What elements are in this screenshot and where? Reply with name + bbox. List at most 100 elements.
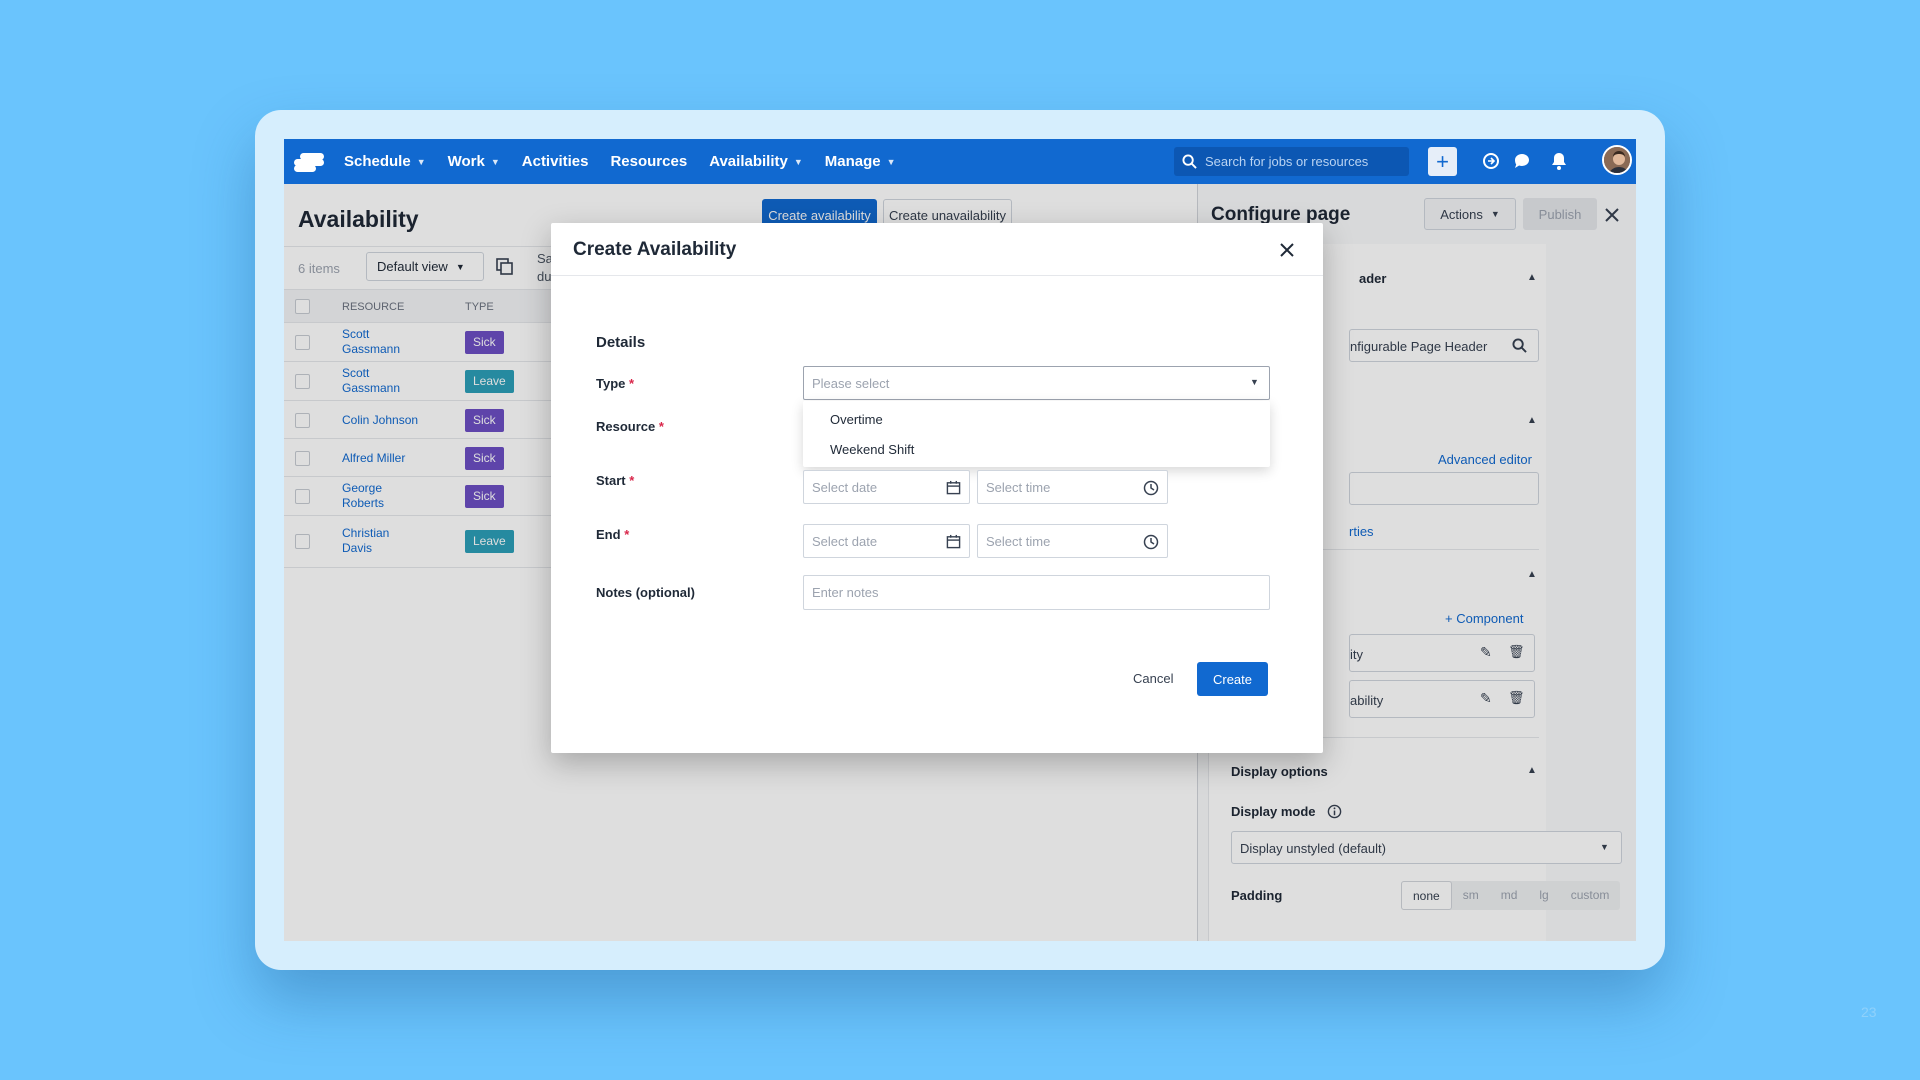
- row-checkbox[interactable]: [295, 374, 310, 389]
- calendar-icon: [946, 480, 961, 495]
- edit-icon[interactable]: ✎: [1480, 644, 1492, 661]
- chevron-down-icon: ▼: [1600, 842, 1609, 852]
- chevron-down-icon: ▼: [416, 156, 426, 167]
- component-item[interactable]: ability ✎ 🗑: [1349, 680, 1535, 718]
- trash-icon[interactable]: 🗑: [1508, 644, 1525, 660]
- app-logo-icon[interactable]: [294, 151, 324, 173]
- header-section-title: ader: [1359, 271, 1387, 286]
- page-title: Availability: [298, 206, 419, 232]
- start-date-input[interactable]: Select date: [803, 470, 970, 504]
- nav-manage[interactable]: Manage ▼: [825, 153, 896, 170]
- device-frame: Schedule ▼ Work ▼ Activities Resources Ava…: [255, 110, 1665, 970]
- row-checkbox[interactable]: [295, 489, 310, 504]
- required-asterisk: *: [629, 473, 635, 488]
- nav-availability[interactable]: Availability ▼: [709, 153, 803, 170]
- notes-label: Notes (optional): [596, 585, 695, 600]
- column-type[interactable]: TYPE: [465, 301, 494, 313]
- sync-icon[interactable]: [1481, 151, 1501, 171]
- select-all-checkbox[interactable]: [295, 299, 310, 314]
- row-checkbox[interactable]: [295, 534, 310, 549]
- type-badge: Sick: [465, 447, 504, 470]
- slide-number: 23: [1861, 1004, 1877, 1020]
- create-availability-modal: Create Availability Details Type * Pleas…: [551, 223, 1323, 753]
- option-overtime[interactable]: Overtime: [830, 412, 883, 427]
- type-badge: Leave: [465, 530, 514, 553]
- calendar-icon: [946, 534, 961, 549]
- padding-lg[interactable]: lg: [1528, 881, 1559, 910]
- option-weekend-shift[interactable]: Weekend Shift: [830, 442, 914, 457]
- type-badge: Leave: [465, 370, 514, 393]
- add-button[interactable]: +: [1428, 147, 1457, 176]
- resource-link[interactable]: Alfred Miller: [342, 451, 462, 466]
- header-component-field[interactable]: nfigurable Page Header: [1349, 329, 1539, 362]
- publish-button[interactable]: Publish: [1523, 198, 1597, 230]
- user-avatar[interactable]: [1602, 145, 1632, 175]
- resource-link[interactable]: George Roberts: [342, 481, 422, 511]
- advanced-editor-link[interactable]: Advanced editor: [1438, 452, 1532, 467]
- padding-custom[interactable]: custom: [1560, 881, 1621, 910]
- chevron-down-icon: ▼: [1250, 377, 1259, 387]
- editor-field[interactable]: [1349, 472, 1539, 505]
- chevron-down-icon: ▼: [1490, 209, 1500, 219]
- actions-button[interactable]: Actions ▼: [1424, 198, 1516, 230]
- nav-schedule[interactable]: Schedule ▼: [344, 153, 426, 170]
- duplicate-icon[interactable]: [496, 258, 513, 275]
- close-icon: [1280, 243, 1294, 257]
- view-select[interactable]: Default view ▼: [366, 252, 484, 281]
- chevron-up-icon[interactable]: ▲: [1527, 765, 1537, 776]
- chevron-up-icon[interactable]: ▲: [1527, 272, 1537, 283]
- row-checkbox[interactable]: [295, 413, 310, 428]
- items-count: 6 items: [298, 261, 340, 276]
- resource-label: Resource *: [596, 419, 664, 434]
- notes-input[interactable]: Enter notes: [803, 575, 1270, 610]
- end-time-input[interactable]: Select time: [977, 524, 1168, 558]
- chat-icon[interactable]: [1512, 151, 1532, 171]
- properties-link[interactable]: rties: [1349, 524, 1374, 539]
- edit-icon[interactable]: ✎: [1480, 690, 1492, 707]
- chevron-down-icon: ▼: [455, 261, 465, 272]
- column-resource[interactable]: RESOURCE: [342, 301, 404, 313]
- required-asterisk: *: [624, 527, 630, 542]
- end-date-input[interactable]: Select date: [803, 524, 970, 558]
- clock-icon: [1143, 480, 1159, 496]
- padding-md[interactable]: md: [1490, 881, 1529, 910]
- bell-icon[interactable]: [1549, 151, 1569, 171]
- row-checkbox[interactable]: [295, 451, 310, 466]
- padding-sm[interactable]: sm: [1452, 881, 1490, 910]
- search-input[interactable]: [1205, 154, 1395, 169]
- global-search[interactable]: [1174, 147, 1409, 176]
- start-label: Start *: [596, 473, 635, 488]
- add-component-link[interactable]: + Component: [1445, 611, 1523, 626]
- padding-none[interactable]: none: [1401, 881, 1452, 910]
- nav-activities[interactable]: Activities: [522, 153, 589, 170]
- resource-link[interactable]: Colin Johnson: [342, 413, 462, 428]
- resource-link[interactable]: Scott Gassmann: [342, 327, 422, 357]
- close-icon[interactable]: [1605, 208, 1619, 222]
- type-select[interactable]: Please select ▼: [803, 366, 1270, 400]
- display-options-title: Display options: [1231, 764, 1328, 779]
- trash-icon[interactable]: 🗑: [1508, 690, 1525, 706]
- search-icon: [1182, 154, 1197, 169]
- padding-segmented: none sm md lg custom: [1401, 881, 1621, 910]
- resource-link[interactable]: Christian Davis: [342, 526, 422, 556]
- nav-work[interactable]: Work ▼: [448, 153, 500, 170]
- display-mode-select[interactable]: Display unstyled (default) ▼: [1231, 831, 1622, 864]
- component-item[interactable]: ity ✎ 🗑: [1349, 634, 1535, 672]
- chevron-up-icon[interactable]: ▲: [1527, 569, 1537, 580]
- search-icon[interactable]: [1512, 338, 1527, 353]
- chevron-down-icon: ▼: [886, 156, 896, 167]
- resource-link[interactable]: Scott Gassmann: [342, 366, 422, 396]
- nav-resources[interactable]: Resources: [610, 153, 687, 170]
- start-time-input[interactable]: Select time: [977, 470, 1168, 504]
- type-badge: Sick: [465, 485, 504, 508]
- chevron-down-icon: ▼: [793, 156, 803, 167]
- info-icon[interactable]: [1327, 804, 1342, 819]
- type-badge: Sick: [465, 409, 504, 432]
- chevron-up-icon[interactable]: ▲: [1527, 415, 1537, 426]
- row-checkbox[interactable]: [295, 335, 310, 350]
- modal-close-button[interactable]: [1273, 236, 1301, 264]
- cancel-button[interactable]: Cancel: [1133, 671, 1173, 686]
- top-nav: Schedule ▼ Work ▼ Activities Resources Ava…: [284, 139, 1636, 184]
- type-badge: Sick: [465, 331, 504, 354]
- create-button[interactable]: Create: [1197, 662, 1268, 696]
